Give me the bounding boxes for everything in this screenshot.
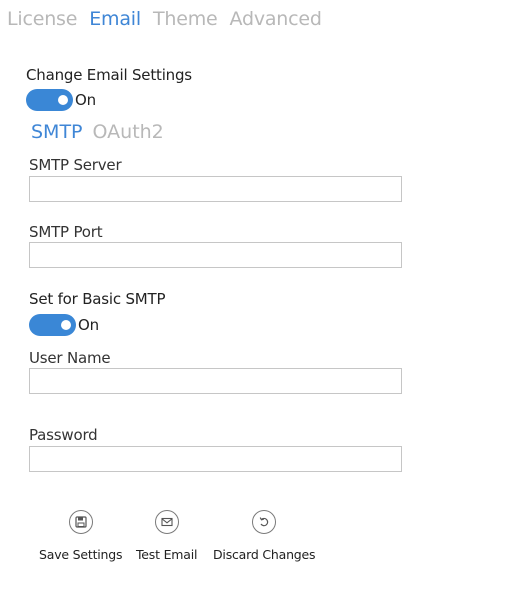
floppy-disk-icon [68, 510, 93, 534]
discard-changes-button[interactable]: Discard Changes [213, 510, 316, 562]
top-tab-bar: License Email Theme Advanced [7, 6, 334, 32]
tab-email[interactable]: Email [89, 6, 141, 32]
envelope-icon [154, 510, 179, 534]
change-email-toggle[interactable] [26, 89, 73, 111]
tab-advanced[interactable]: Advanced [230, 6, 322, 32]
basic-smtp-toggle-state: On [78, 316, 99, 334]
change-email-toggle-row: On [26, 89, 96, 111]
email-protocol-tabs: SMTP OAuth2 [31, 120, 174, 144]
change-email-settings-label: Change Email Settings [26, 66, 192, 84]
smtp-port-input[interactable] [29, 242, 402, 268]
smtp-port-label: SMTP Port [29, 223, 103, 241]
test-email-button[interactable]: Test Email [136, 510, 197, 562]
basic-smtp-toggle-row: On [29, 314, 99, 336]
tab-oauth2[interactable]: OAuth2 [93, 120, 164, 144]
basic-smtp-toggle[interactable] [29, 314, 76, 336]
tab-license[interactable]: License [7, 6, 77, 32]
user-name-input[interactable] [29, 368, 402, 394]
save-settings-label: Save Settings [39, 547, 123, 562]
discard-changes-label: Discard Changes [213, 547, 316, 562]
undo-icon [252, 510, 277, 534]
password-input[interactable] [29, 446, 402, 472]
smtp-server-label: SMTP Server [29, 156, 122, 174]
test-email-label: Test Email [136, 547, 198, 562]
basic-smtp-label: Set for Basic SMTP [29, 290, 166, 308]
save-settings-button[interactable]: Save Settings [39, 510, 123, 562]
tab-theme[interactable]: Theme [153, 6, 218, 32]
tab-smtp[interactable]: SMTP [31, 120, 83, 144]
smtp-server-input[interactable] [29, 176, 402, 202]
toggle-knob [61, 320, 71, 330]
toggle-knob [58, 95, 68, 105]
user-name-label: User Name [29, 349, 111, 367]
change-email-toggle-state: On [75, 91, 96, 109]
password-label: Password [29, 426, 98, 444]
